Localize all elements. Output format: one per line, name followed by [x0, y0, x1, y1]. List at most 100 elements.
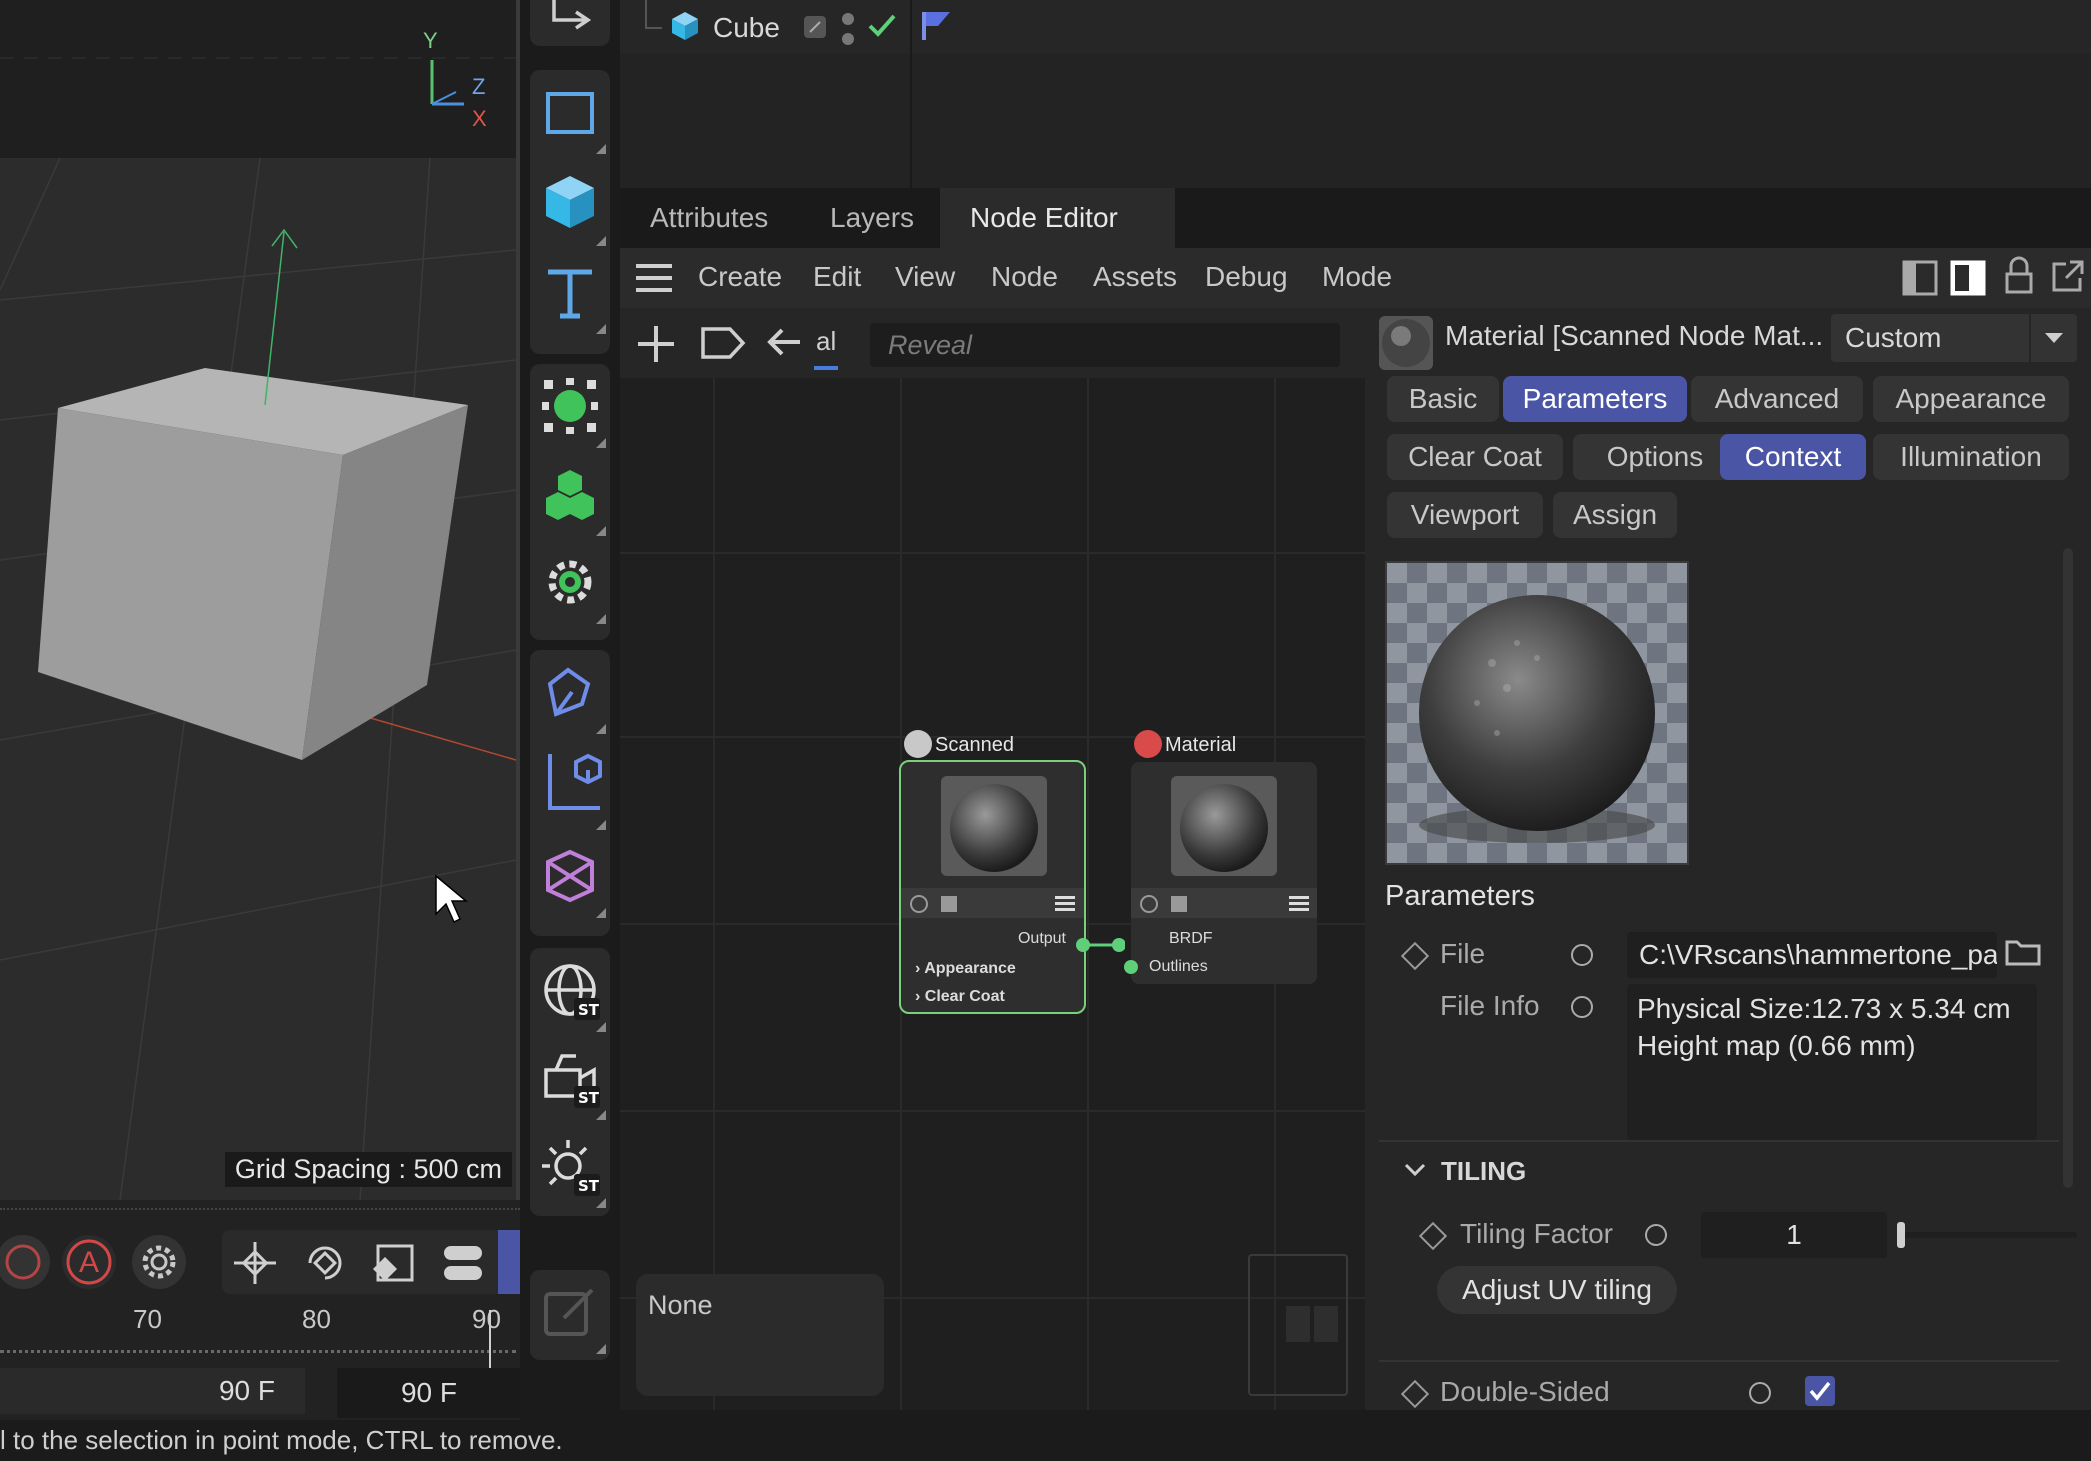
edit-tool[interactable] [530, 1270, 610, 1358]
spline-pen-tool[interactable] [530, 650, 610, 738]
environment-st-tool[interactable]: ST [530, 948, 610, 1036]
double-sided-checkbox[interactable] [1805, 1376, 1835, 1406]
material-outlines-port[interactable] [1124, 960, 1138, 974]
group-tag-icon[interactable] [700, 326, 746, 360]
chip-illumination[interactable]: Illumination [1873, 434, 2069, 480]
enabled-check-icon[interactable] [866, 12, 898, 40]
cloner-tool[interactable] [530, 452, 610, 540]
dollar-icon[interactable] [1139, 894, 1159, 914]
chip-appearance[interactable]: Appearance [1873, 376, 2069, 422]
export-icon[interactable] [550, 0, 594, 32]
menu-node[interactable]: Node [991, 248, 1058, 308]
material-node[interactable]: BRDF Outlines [1124, 762, 1317, 984]
folder-icon[interactable] [2005, 936, 2041, 966]
tiling-group-title[interactable]: TILING [1441, 1156, 1526, 1187]
tiling-factor-keyframe-toggle[interactable] [1418, 1221, 1448, 1251]
menu-assets[interactable]: Assets [1093, 248, 1177, 308]
new-window-icon[interactable] [2050, 258, 2086, 294]
menu-mode[interactable]: Mode [1322, 248, 1392, 308]
palette-group-create [530, 70, 610, 354]
tab-node-editor[interactable]: Node Editor [940, 188, 1175, 248]
mode-dropdown[interactable]: Custom [1831, 314, 2077, 362]
node-minimap[interactable] [1248, 1254, 1348, 1396]
edit-flag-icon[interactable] [802, 14, 828, 40]
lock-icon[interactable] [2004, 256, 2034, 296]
material-title: Material [Scanned Node Mat... [1445, 320, 1824, 351]
tab-layers[interactable]: Layers [800, 188, 944, 248]
tiling-factor-animate-toggle[interactable] [1645, 1224, 1667, 1246]
record-button[interactable] [0, 1235, 50, 1289]
image-icon[interactable] [939, 894, 959, 914]
file-path-field[interactable]: C:\VRscans\hammertone_pa [1627, 932, 1997, 978]
file-info-field: Physical Size:12.73 x 5.34 cm Height map… [1627, 984, 2037, 1140]
double-sided-keyframe-toggle[interactable] [1400, 1379, 1430, 1409]
tiling-collapse-chevron-icon[interactable] [1403, 1160, 1427, 1180]
scanned-group-appearance[interactable]: › Appearance [915, 960, 1016, 978]
back-arrow-icon[interactable] [766, 324, 802, 360]
hamburger-menu-icon[interactable] [636, 262, 672, 294]
tiling-factor-slider[interactable] [1897, 1222, 2077, 1248]
chip-basic[interactable]: Basic [1387, 376, 1499, 422]
node-connection[interactable] [1075, 933, 1125, 957]
menu-create[interactable]: Create [698, 248, 782, 308]
key-tools-more[interactable] [498, 1230, 522, 1294]
chip-advanced[interactable]: Advanced [1691, 376, 1863, 422]
autokey-button[interactable]: A [62, 1235, 116, 1289]
node-path-label[interactable]: al [816, 326, 836, 357]
chip-parameters[interactable]: Parameters [1503, 376, 1687, 422]
dollar-icon[interactable] [909, 894, 929, 914]
node-menu-icon[interactable] [1289, 894, 1309, 914]
palette-group-bottom [530, 1270, 610, 1360]
menu-debug[interactable]: Debug [1205, 248, 1288, 308]
deformer-tool[interactable] [530, 540, 610, 628]
cube-primitive-tool[interactable] [530, 158, 610, 250]
menu-edit[interactable]: Edit [813, 248, 861, 308]
material-tag-icon[interactable] [920, 8, 956, 42]
key-settings-button[interactable] [132, 1235, 186, 1289]
tab-attributes[interactable]: Attributes [620, 188, 798, 248]
text-spline-tool[interactable] [530, 250, 610, 338]
chip-options[interactable]: Options [1573, 434, 1737, 480]
scanned-group-clear-coat[interactable]: › Clear Coat [915, 988, 1005, 1006]
image-icon[interactable] [1169, 894, 1189, 914]
move-key-icon[interactable] [232, 1240, 278, 1286]
object-row-cube[interactable]: Cube [620, 0, 2091, 54]
double-sided-animate-toggle[interactable] [1749, 1382, 1771, 1404]
chip-assign[interactable]: Assign [1553, 492, 1677, 538]
material-preview[interactable] [1385, 561, 1689, 865]
split-left-icon[interactable] [1902, 260, 1938, 296]
chip-context[interactable]: Context [1720, 434, 1866, 480]
viewport[interactable]: Y Z X Grid Spacing : 500 cm [0, 0, 516, 1200]
volume-tool[interactable] [530, 834, 610, 922]
node-menu-icon[interactable] [1055, 894, 1075, 914]
param-key-icon[interactable] [440, 1242, 486, 1284]
add-node-icon[interactable] [636, 324, 676, 364]
file-animate-toggle[interactable] [1571, 944, 1593, 966]
menu-view[interactable]: View [895, 248, 955, 308]
file-info-animate-toggle[interactable] [1571, 996, 1593, 1018]
current-frame-field[interactable]: 90 F [0, 1368, 305, 1414]
split-right-icon[interactable] [1950, 260, 1986, 296]
visibility-dots-icon[interactable] [840, 10, 856, 48]
scale-key-icon[interactable] [372, 1240, 418, 1286]
light-st-tool[interactable]: ST [530, 1124, 610, 1212]
file-keyframe-toggle[interactable] [1400, 941, 1430, 971]
tool-palette: ST ST ST [520, 0, 620, 1420]
adjust-uv-tiling-button[interactable]: Adjust UV tiling [1437, 1266, 1677, 1314]
scanned-node[interactable]: Output › Appearance › Clear Coat [899, 760, 1086, 1014]
reveal-search-input[interactable]: Reveal [870, 323, 1340, 367]
select-box-tool[interactable] [530, 70, 610, 158]
scanned-node-preview [941, 776, 1047, 876]
attributes-scrollbar[interactable] [2063, 548, 2073, 1188]
camera-st-tool[interactable]: ST [530, 1036, 610, 1124]
scene-axis-tool[interactable] [530, 738, 610, 834]
generator-tool[interactable] [530, 364, 610, 452]
chip-clear-coat[interactable]: Clear Coat [1387, 434, 1563, 480]
chip-viewport[interactable]: Viewport [1387, 492, 1543, 538]
end-frame-field[interactable]: 90 F [337, 1368, 521, 1418]
rotate-key-icon[interactable] [302, 1240, 348, 1286]
tiling-factor-field[interactable]: 1 [1701, 1212, 1887, 1258]
file-info-line-2: Height map (0.66 mm) [1637, 1030, 1916, 1061]
tiling-factor-slider-thumb[interactable] [1897, 1222, 1905, 1248]
timeline-ruler[interactable] [0, 1350, 516, 1357]
